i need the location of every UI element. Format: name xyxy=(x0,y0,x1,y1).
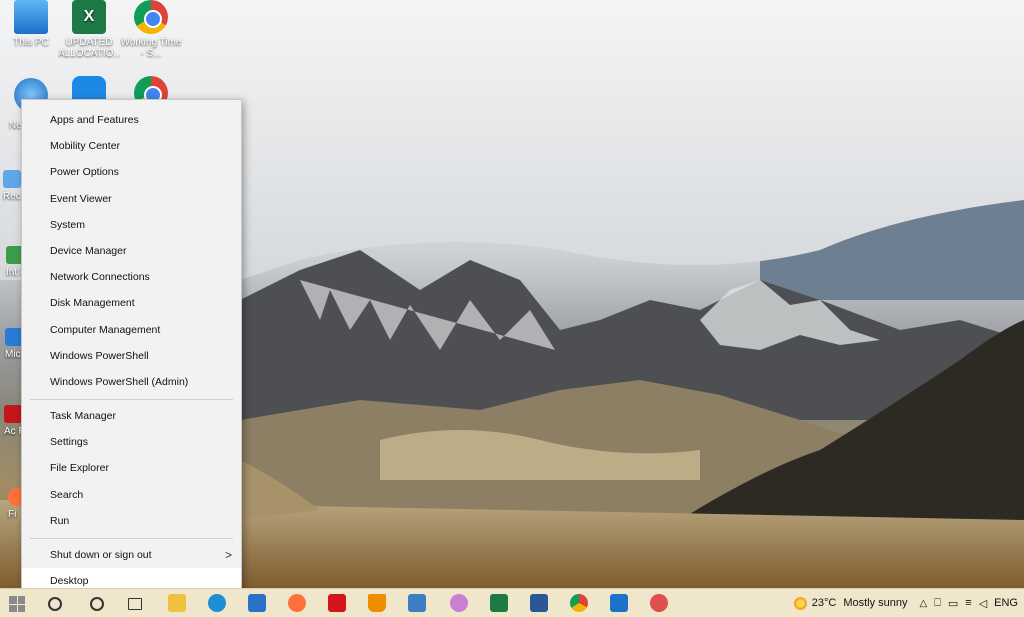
menu-separator xyxy=(30,398,233,400)
menu-item-search[interactable]: Search xyxy=(22,482,241,508)
desktop-icon-edge-1[interactable]: Ne xyxy=(9,120,22,131)
firefox-icon[interactable] xyxy=(288,594,306,612)
chevron-right-icon: > xyxy=(224,548,232,562)
winx-context-menu: Apps and Features Mobility Center Power … xyxy=(21,99,242,598)
network-tray-icon[interactable]: ⎕ xyxy=(934,597,941,610)
menu-item-shut-down[interactable]: Shut down or sign out > xyxy=(22,542,241,568)
photos-icon[interactable] xyxy=(610,594,628,612)
menu-item-power-options[interactable]: Power Options xyxy=(22,159,241,185)
menu-item-computer-management[interactable]: Computer Management xyxy=(22,317,241,343)
menu-item-shut-down-label: Shut down or sign out xyxy=(50,549,152,561)
menu-item-file-explorer[interactable]: File Explorer xyxy=(22,455,241,481)
recycle-bin-icon xyxy=(3,170,21,188)
language-indicator[interactable]: ENG xyxy=(994,597,1018,609)
chrome-icon xyxy=(134,0,168,34)
menu-item-task-manager[interactable]: Task Manager xyxy=(22,403,241,429)
sun-icon[interactable] xyxy=(793,596,807,610)
cortana-icon[interactable] xyxy=(90,597,104,611)
menu-separator xyxy=(30,537,233,539)
search-icon[interactable] xyxy=(48,597,62,611)
edge-icon[interactable] xyxy=(208,594,226,612)
excel-icon[interactable] xyxy=(490,594,508,612)
acrobat-icon[interactable] xyxy=(328,594,346,612)
desktop-icon-excel-file[interactable]: X UPDATED ALLOCATIO... xyxy=(58,0,120,59)
battery-icon[interactable]: ▭ xyxy=(948,597,958,610)
mail-icon[interactable] xyxy=(248,594,266,612)
menu-item-network-connections[interactable]: Network Connections xyxy=(22,264,241,290)
menu-item-event-viewer[interactable]: Event Viewer xyxy=(22,186,241,212)
paint-icon[interactable] xyxy=(450,594,468,612)
desktop-icon-this-pc[interactable]: This PC xyxy=(0,0,62,48)
start-button[interactable] xyxy=(9,596,25,612)
menu-item-apps-features[interactable]: Apps and Features xyxy=(22,107,241,133)
menu-item-mobility-center[interactable]: Mobility Center xyxy=(22,133,241,159)
menu-item-device-manager[interactable]: Device Manager xyxy=(22,238,241,264)
weather-desc[interactable]: Mostly sunny xyxy=(843,597,907,609)
menu-item-disk-management[interactable]: Disk Management xyxy=(22,290,241,316)
wifi-icon[interactable]: ≡ xyxy=(965,597,971,609)
folder-icon[interactable] xyxy=(168,594,186,612)
vlc-icon[interactable] xyxy=(368,594,386,612)
desktop-icon-chrome-shortcut[interactable]: Working Time - S... xyxy=(120,0,182,59)
system-tray: 23°C Mostly sunny △ ⎕ ▭ ≡ ◁ ENG xyxy=(793,589,1024,617)
paint-3d-icon[interactable] xyxy=(650,594,668,612)
excel-icon: X xyxy=(72,0,106,34)
volume-icon[interactable]: ◁ xyxy=(979,597,987,610)
menu-item-run[interactable]: Run xyxy=(22,508,241,534)
menu-item-windows-powershell[interactable]: Windows PowerShell xyxy=(22,343,241,369)
menu-item-settings[interactable]: Settings xyxy=(22,429,241,455)
taskbar: 23°C Mostly sunny △ ⎕ ▭ ≡ ◁ ENG xyxy=(0,588,1024,617)
computer-icon xyxy=(14,0,48,34)
weather-temp[interactable]: 23°C xyxy=(812,597,837,609)
snipping-tool-icon[interactable] xyxy=(408,594,426,612)
desktop-icon-edge-2[interactable]: Rec xyxy=(3,170,21,202)
chrome-icon[interactable] xyxy=(570,594,588,612)
menu-item-windows-powershell-admin[interactable]: Windows PowerShell (Admin) xyxy=(22,369,241,395)
chevron-up-icon[interactable]: △ xyxy=(920,598,928,609)
word-icon[interactable] xyxy=(530,594,548,612)
acrobat-reader-icon xyxy=(4,405,22,423)
menu-item-system[interactable]: System xyxy=(22,212,241,238)
task-view-icon[interactable] xyxy=(128,598,142,610)
